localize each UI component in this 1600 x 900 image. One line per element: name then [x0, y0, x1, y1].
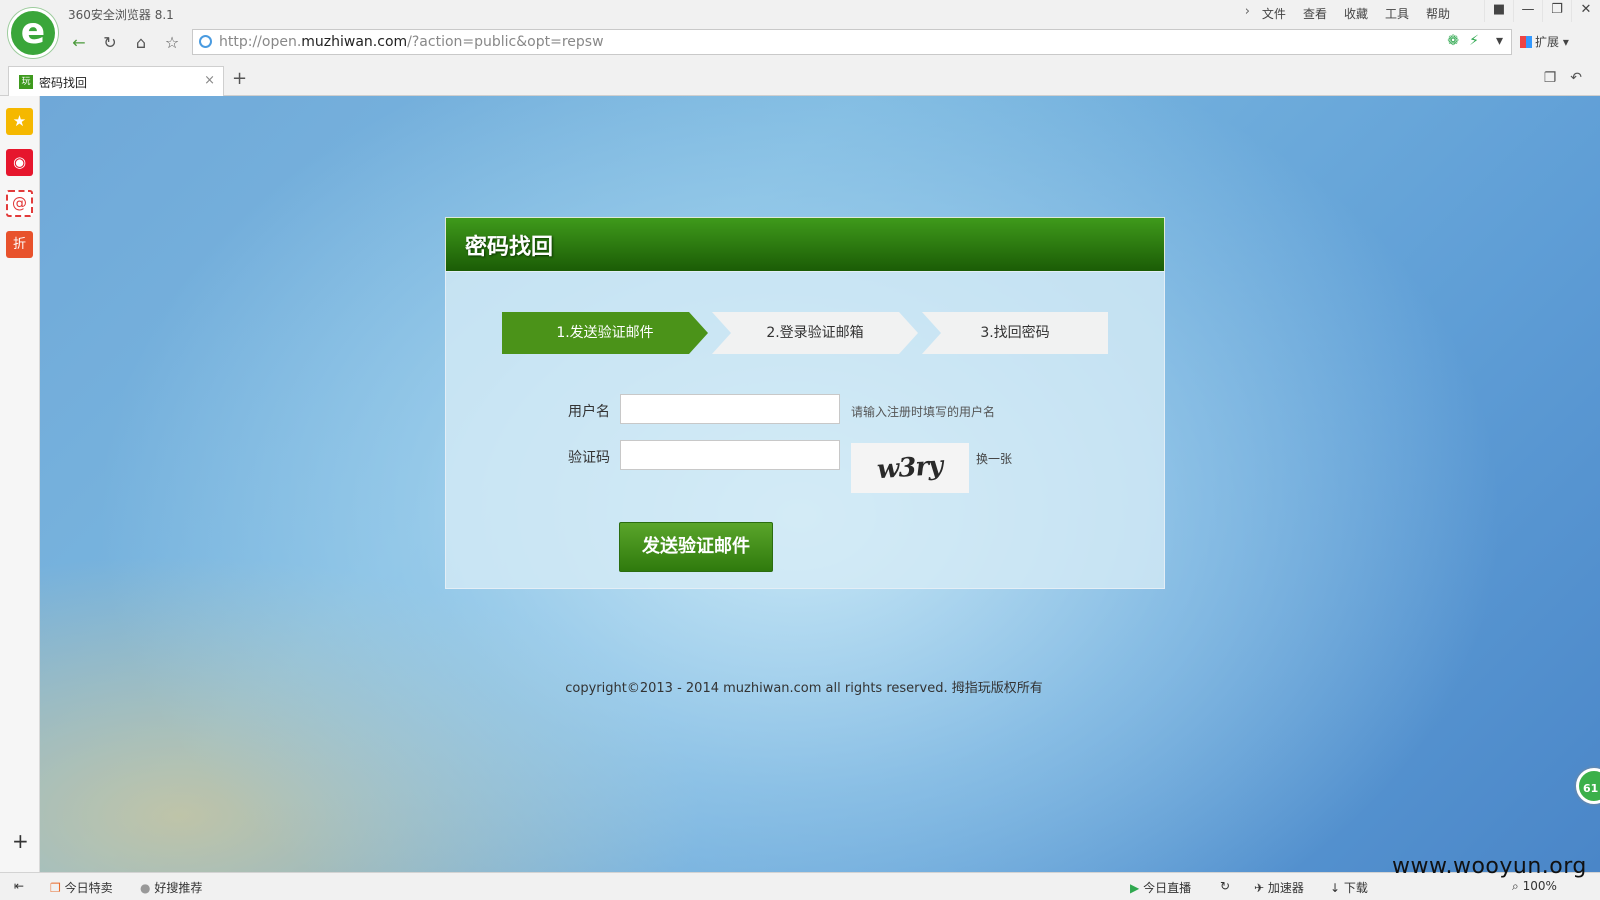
dot-icon: ● [140, 881, 151, 895]
collapse-sidebar-icon[interactable]: ⇤ [14, 879, 24, 893]
captcha-input[interactable] [620, 440, 840, 470]
daily-deals-link[interactable]: ❐ 今日特卖 [50, 879, 113, 896]
username-label: 用户名 [568, 404, 610, 420]
sidebar: ★ ◉ @ 折 + [0, 96, 40, 872]
zoom-level: 100% [1522, 879, 1557, 893]
gift-icon: ❐ [50, 881, 61, 895]
url-prefix: http://open. [219, 34, 302, 50]
tab-title: 密码找回 [39, 76, 88, 90]
maximize-button[interactable]: ❐ [1542, 0, 1571, 22]
speed-mode-icon[interactable]: ⚡ [1469, 33, 1479, 49]
step-reset-password: 3.找回密码 [922, 312, 1108, 354]
app-title: 360安全浏览器 8.1 [68, 8, 174, 22]
site-globe-icon [199, 35, 212, 48]
menu-tools[interactable]: 工具 [1385, 5, 1409, 22]
security-shield-icon[interactable]: ❁ [1447, 33, 1459, 49]
title-bar: 360安全浏览器 8.1 › 文件 查看 收藏 工具 帮助 ■ — ❐ ✕ [0, 0, 1600, 26]
username-hint: 请输入注册时填写的用户名 [851, 405, 996, 419]
refresh-status-icon[interactable]: ↻ [1220, 879, 1230, 893]
floating-badge[interactable]: 61 [1576, 768, 1600, 804]
extensions-dropdown-icon: ▾ [1562, 35, 1569, 49]
favorites-star-icon[interactable]: ★ [6, 108, 33, 135]
browser-logo-letter: e [20, 11, 46, 52]
menu-help[interactable]: 帮助 [1426, 5, 1450, 22]
address-dropdown-icon[interactable]: ▾ [1496, 33, 1503, 49]
address-bar[interactable]: http://open.muzhiwan.com/?action=public&… [192, 29, 1512, 55]
recommend-link[interactable]: ● 好搜推荐 [140, 879, 202, 896]
url-path: /?action=public&opt=repsw [407, 34, 604, 50]
extensions-label: 扩展 [1535, 35, 1560, 49]
page-title: 密码找回 [465, 235, 554, 260]
accelerator-link[interactable]: ✈ 加速器 [1254, 879, 1304, 896]
home-button[interactable]: ⌂ [128, 31, 154, 55]
minimize-button[interactable]: — [1513, 0, 1542, 22]
captcha-refresh-link[interactable]: 换一张 [976, 450, 1012, 467]
download-icon: ↓ [1330, 881, 1341, 895]
step-login-mailbox: 2.登录验证邮箱 [712, 312, 918, 354]
mail-icon[interactable]: @ [6, 190, 33, 217]
tab-password-recovery[interactable]: 玩 密码找回 × [8, 66, 224, 96]
tab-bar: 玩 密码找回 × + ❐ ↶ [0, 62, 1600, 96]
tab-tools: ❐ ↶ [1544, 70, 1582, 86]
browser-logo-icon[interactable]: e [8, 8, 58, 58]
watermark: www.wooyun.org [1392, 854, 1587, 879]
captcha-image[interactable]: w3ry [851, 443, 969, 493]
recommend-label: 好搜推荐 [154, 881, 203, 895]
step-send-email: 1.发送验证邮件 [502, 312, 708, 354]
sidebar-add-button[interactable]: + [12, 829, 29, 853]
live-link[interactable]: ▶ 今日特卖今日直播 [1130, 879, 1191, 896]
menu-view[interactable]: 查看 [1303, 5, 1327, 22]
undo-close-icon[interactable]: ↶ [1570, 70, 1582, 86]
discount-icon[interactable]: 折 [6, 231, 33, 258]
panel-header: 密码找回 [445, 217, 1165, 271]
copyright-footer: copyright©2013 - 2014 muzhiwan.com all r… [565, 681, 1043, 696]
page-viewport: 密码找回 1.发送验证邮件 2.登录验证邮箱 3.找回密码 用户名 请输入注册时… [40, 96, 1600, 872]
captcha-text: w3ry [876, 450, 944, 486]
extensions-icon [1520, 36, 1532, 48]
panel-body: 1.发送验证邮件 2.登录验证邮箱 3.找回密码 用户名 请输入注册时填写的用户… [445, 271, 1165, 589]
daily-deals-label: 今日特卖 [64, 881, 113, 895]
refresh-button[interactable]: ↻ [97, 31, 123, 55]
url-text[interactable]: http://open.muzhiwan.com/?action=public&… [219, 34, 604, 50]
status-bar: ⇤ ❐ 今日特卖 ● 好搜推荐 ▶ 今日特卖今日直播 ↻ ✈ 加速器 ↓ 下载 … [0, 872, 1600, 900]
menu-favorites[interactable]: 收藏 [1344, 5, 1368, 22]
username-input[interactable] [620, 394, 840, 424]
play-icon: ▶ [1130, 881, 1140, 895]
skin-icon[interactable]: ■ [1484, 0, 1513, 22]
send-email-button[interactable]: 发送验证邮件 [619, 522, 773, 572]
back-button[interactable]: ← [66, 31, 92, 55]
zoom-control[interactable]: ⌕ 100% [1512, 879, 1557, 894]
close-window-button[interactable]: ✕ [1571, 0, 1600, 22]
rocket-icon: ✈ [1254, 881, 1265, 895]
window-controls: ■ — ❐ ✕ [1484, 0, 1600, 22]
accelerator-label: 加速器 [1267, 881, 1304, 895]
favorite-button[interactable]: ☆ [159, 31, 185, 55]
restore-tabs-icon[interactable]: ❐ [1544, 70, 1557, 86]
captcha-label: 验证码 [568, 450, 610, 466]
download-link[interactable]: ↓ 下载 [1330, 879, 1368, 896]
new-tab-button[interactable]: + [232, 68, 247, 89]
password-recovery-panel: 密码找回 1.发送验证邮件 2.登录验证邮箱 3.找回密码 用户名 请输入注册时… [445, 217, 1165, 589]
navigation-bar: ← ↻ ⌂ ☆ http://open.muzhiwan.com/?action… [0, 26, 1600, 62]
tab-favicon: 玩 [19, 75, 33, 89]
url-domain: muzhiwan.com [301, 34, 408, 50]
menu-expand-icon[interactable]: › [1245, 4, 1250, 19]
zoom-icon: ⌕ [1512, 879, 1519, 893]
menu-file[interactable]: 文件 [1262, 5, 1286, 22]
weibo-icon[interactable]: ◉ [6, 149, 33, 176]
live-label: 今日直播 [1143, 881, 1192, 895]
extensions-button[interactable]: 扩展 ▾ [1520, 33, 1569, 50]
menu-bar: 文件 查看 收藏 工具 帮助 [1262, 5, 1450, 22]
download-label: 下载 [1343, 881, 1368, 895]
tab-close-icon[interactable]: × [204, 73, 215, 88]
